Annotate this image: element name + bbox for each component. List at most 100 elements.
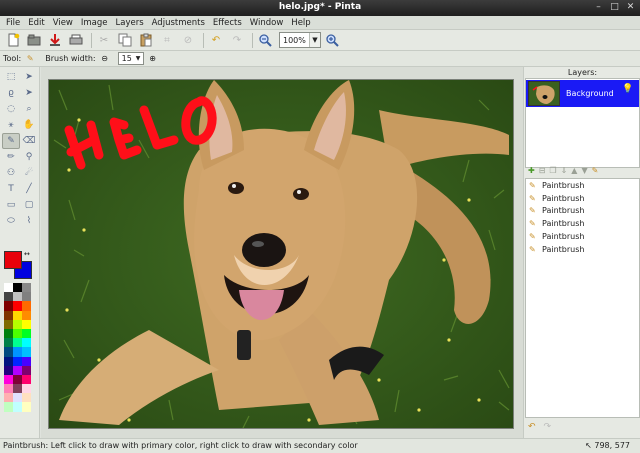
zoom-out-icon[interactable]	[256, 31, 274, 49]
menu-image[interactable]: Image	[78, 16, 113, 29]
palette-color-swatch[interactable]	[13, 393, 22, 403]
palette-color-swatch[interactable]	[22, 347, 31, 357]
print-icon[interactable]	[67, 31, 85, 49]
paste-icon[interactable]	[137, 31, 155, 49]
move-selection-icon[interactable]: ➤	[20, 69, 38, 85]
menu-view[interactable]: View	[50, 16, 78, 29]
palette-color-swatch[interactable]	[22, 301, 31, 311]
palette-color-swatch[interactable]	[22, 328, 31, 339]
palette-color-swatch[interactable]	[4, 365, 13, 375]
rounded-rectangle-icon[interactable]: ▢	[20, 197, 38, 213]
palette-color-swatch[interactable]	[4, 301, 13, 311]
history-item[interactable]: ✎ Paintbrush	[526, 192, 639, 205]
paintbrush-icon[interactable]: ✎	[24, 53, 36, 65]
lasso-select-icon[interactable]: ϱ	[2, 85, 20, 101]
menu-file[interactable]: File	[3, 16, 25, 29]
ellipse-icon[interactable]: ⬭	[2, 213, 20, 229]
palette-color-swatch[interactable]	[4, 338, 13, 348]
menu-edit[interactable]: Edit	[25, 16, 49, 29]
maximize-button[interactable]: □	[609, 2, 620, 13]
palette-color-swatch[interactable]	[13, 374, 22, 385]
add-layer-icon[interactable]: ✚	[528, 166, 535, 175]
undo-icon[interactable]: ↶	[528, 422, 536, 432]
palette-color-swatch[interactable]	[4, 374, 13, 385]
history-item[interactable]: ✎ Paintbrush	[526, 179, 639, 192]
palette-color-swatch[interactable]	[22, 283, 31, 293]
palette-color-swatch[interactable]	[22, 319, 31, 329]
palette-color-swatch[interactable]	[13, 292, 22, 302]
close-button[interactable]: ✕	[625, 2, 636, 13]
visibility-icon[interactable]: 💡	[622, 84, 633, 96]
recolor-icon[interactable]: ☄	[20, 165, 38, 181]
increase-icon[interactable]: ⊕	[147, 53, 159, 65]
move-layer-up-icon[interactable]: ▲	[571, 166, 577, 175]
rectangle-select-icon[interactable]: ⬚	[2, 69, 20, 85]
save-icon[interactable]	[46, 31, 64, 49]
layer-item[interactable]: Background 💡	[526, 80, 639, 107]
palette-color-swatch[interactable]	[13, 384, 22, 394]
menu-effects[interactable]: Effects	[210, 16, 247, 29]
minimize-button[interactable]: –	[593, 2, 604, 13]
palette-color-swatch[interactable]	[22, 365, 31, 375]
redo-icon[interactable]: ↷	[228, 31, 246, 49]
palette-color-swatch[interactable]	[13, 328, 22, 339]
copy-icon[interactable]	[116, 31, 134, 49]
ellipse-select-icon[interactable]: ◌	[2, 101, 20, 117]
zoom-combobox[interactable]: 100% ▼	[279, 32, 321, 48]
palette-color-swatch[interactable]	[4, 356, 13, 366]
palette-color-swatch[interactable]	[22, 310, 31, 320]
menu-window[interactable]: Window	[247, 16, 289, 29]
deselect-icon[interactable]: ⊘	[179, 31, 197, 49]
magic-wand-icon[interactable]: ⚹	[2, 117, 20, 133]
history-item[interactable]: ✎ Paintbrush	[526, 217, 639, 230]
zoom-icon[interactable]: ⌕	[20, 101, 38, 117]
redo-icon[interactable]: ↷	[544, 422, 552, 432]
palette-color-swatch[interactable]	[4, 310, 13, 320]
pencil-icon[interactable]: ✏	[2, 149, 20, 165]
palette-color-swatch[interactable]	[13, 402, 22, 412]
palette-color-swatch[interactable]	[4, 393, 13, 403]
palette-color-swatch[interactable]	[22, 338, 31, 348]
image-canvas[interactable]	[48, 79, 514, 429]
move-selected-icon[interactable]: ➤	[20, 85, 38, 101]
zoom-in-icon[interactable]	[323, 31, 341, 49]
swap-colors-icon[interactable]: ↔	[24, 250, 30, 258]
open-icon[interactable]	[25, 31, 43, 49]
zoom-value[interactable]: 100%	[280, 36, 309, 45]
merge-layer-icon[interactable]: ⇓	[561, 166, 568, 175]
palette-color-swatch[interactable]	[22, 374, 31, 385]
color-picker-icon[interactable]: ⚲	[20, 149, 38, 165]
eraser-icon[interactable]: ⌫	[20, 133, 38, 149]
chevron-down-icon[interactable]: ▼	[134, 55, 143, 62]
paintbrush-icon[interactable]: ✎	[2, 133, 20, 149]
duplicate-layer-icon[interactable]: ❐	[549, 166, 556, 175]
text-icon[interactable]: T	[2, 181, 20, 197]
palette-color-swatch[interactable]	[22, 384, 31, 394]
palette-color-swatch[interactable]	[13, 301, 22, 311]
cut-icon[interactable]: ✂	[95, 31, 113, 49]
menu-adjustments[interactable]: Adjustments	[149, 16, 210, 29]
undo-icon[interactable]: ↶	[207, 31, 225, 49]
menu-help[interactable]: Help	[288, 16, 315, 29]
palette-color-swatch[interactable]	[13, 356, 22, 366]
line-icon[interactable]: ╱	[20, 181, 38, 197]
delete-layer-icon[interactable]: ⊟	[539, 166, 546, 175]
brush-width-value[interactable]: 15	[119, 54, 134, 63]
history-item[interactable]: ✎ Paintbrush	[526, 230, 639, 243]
palette-color-swatch[interactable]	[4, 347, 13, 357]
palette-color-swatch[interactable]	[13, 310, 22, 320]
history-item[interactable]: ✎ Paintbrush	[526, 243, 639, 256]
palette-color-swatch[interactable]	[4, 283, 13, 293]
palette-color-swatch[interactable]	[22, 393, 31, 403]
crop-icon[interactable]: ⌗	[158, 31, 176, 49]
primary-color-swatch[interactable]	[4, 251, 22, 269]
move-layer-down-icon[interactable]: ▼	[581, 166, 587, 175]
palette-color-swatch[interactable]	[22, 356, 31, 366]
freeform-shape-icon[interactable]: ⌇	[20, 213, 38, 229]
palette-color-swatch[interactable]	[4, 319, 13, 329]
brush-width-combobox[interactable]: 15 ▼	[117, 52, 144, 65]
palette-color-swatch[interactable]	[4, 292, 13, 302]
canvas-area[interactable]	[41, 67, 523, 438]
history-item[interactable]: ✎ Paintbrush	[526, 205, 639, 218]
palette-color-swatch[interactable]	[4, 402, 13, 412]
